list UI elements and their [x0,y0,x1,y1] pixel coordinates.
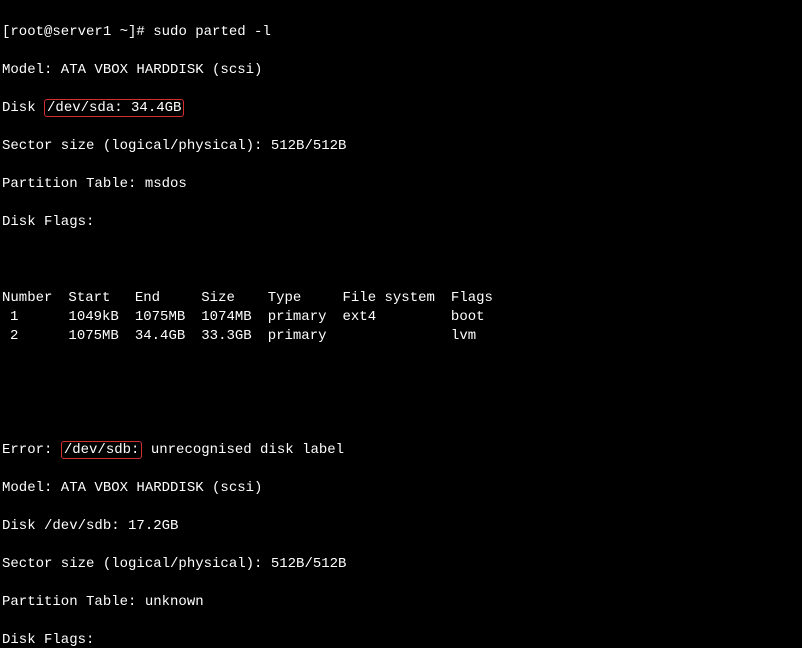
terminal-output[interactable]: [root@server1 ~]# sudo parted -l Model: … [0,0,802,648]
disk2-disk: Disk /dev/sdb: 17.2GB [2,517,800,536]
error-suffix: unrecognised disk label [142,442,344,458]
disk2-model: Model: ATA VBOX HARDDISK (scsi) [2,479,800,498]
disk2-ptable: Partition Table: unknown [2,593,800,612]
table-header: End [135,289,201,308]
command: sudo parted -l [153,24,271,40]
disk1-disk-prefix: Disk [2,100,44,116]
disk1-partitions: Number Start End Size Type File system F… [2,289,509,346]
disk2-sector: Sector size (logical/physical): 512B/512… [2,555,800,574]
table-header: Start [68,289,134,308]
disk1-ptable: Partition Table: msdos [2,175,800,194]
disk1-highlight: /dev/sda: 34.4GB [44,99,184,117]
error-highlight: /dev/sdb: [61,441,143,459]
prompt: [root@server1 ~]# [2,24,153,40]
disk2-flags: Disk Flags: [2,631,800,648]
disk1-model: Model: ATA VBOX HARDDISK (scsi) [2,61,800,80]
table-header: Type [268,289,343,308]
table-header: Flags [451,289,509,308]
table-row: 1 1049kB 1075MB 1074MB primary ext4 boot [2,308,509,327]
table-row: 2 1075MB 34.4GB 33.3GB primary lvm [2,327,509,346]
table-header: Size [201,289,267,308]
error-prefix: Error: [2,442,61,458]
disk1-sector: Sector size (logical/physical): 512B/512… [2,137,800,156]
disk1-flags: Disk Flags: [2,213,800,232]
table-header: File system [343,289,451,308]
table-header: Number [2,289,68,308]
